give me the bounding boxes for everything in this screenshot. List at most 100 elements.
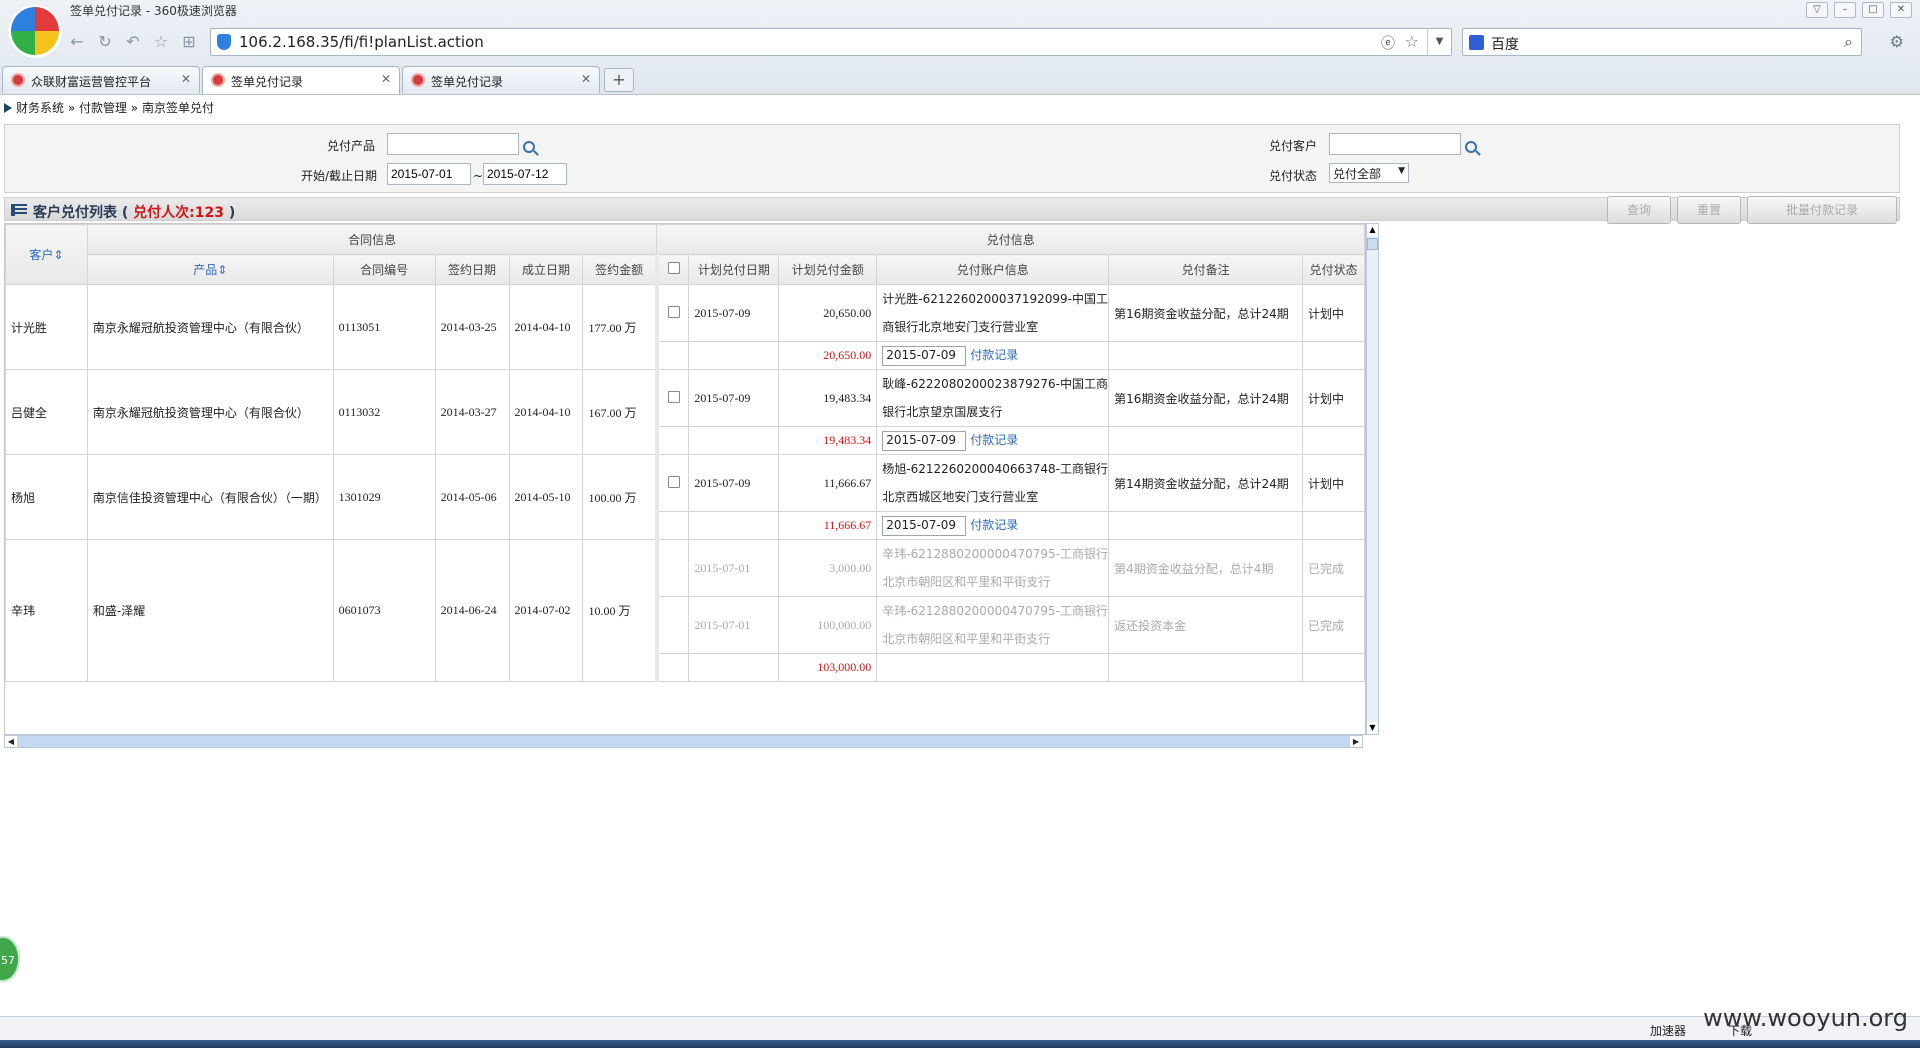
browser-logo-icon (8, 4, 62, 58)
amount-cell: 167.00 万 (582, 369, 659, 455)
horizontal-scrollbar[interactable]: ◀ ▶ (4, 735, 1363, 748)
plan-date-cell: 2015-07-09 (688, 369, 780, 427)
search-bar[interactable]: 百度 ⌕ (1462, 28, 1862, 56)
ie-mode-icon[interactable]: ⓔ (1381, 33, 1395, 53)
scroll-right-icon[interactable]: ▶ (1350, 736, 1362, 747)
account-cell: 计光胜-6212260200037192099-中国工商银行北京地安门支行营业室 (876, 284, 1110, 342)
total-amount-cell: 20,650.00 (778, 341, 878, 370)
customer-sort-link[interactable]: 客户 (29, 248, 53, 262)
chevron-down-icon: ▼ (1398, 166, 1405, 176)
plan-amount-cell: 11,666.67 (778, 454, 878, 512)
sort-icon[interactable]: ⇕ (53, 248, 63, 262)
sign-date-cell: 2014-05-06 (434, 454, 510, 540)
customer-search-icon[interactable] (1465, 141, 1477, 153)
customer-cell: 计光胜 (5, 284, 88, 370)
row-select-cell[interactable] (656, 284, 690, 342)
minimize-button[interactable]: – (1834, 2, 1856, 18)
reset-button[interactable]: 重置 (1677, 196, 1741, 224)
scroll-thumb[interactable] (1367, 238, 1378, 250)
payment-record-link[interactable]: 付款记录 (970, 348, 1018, 362)
skin-icon[interactable]: ▽ (1806, 2, 1828, 18)
product-input[interactable] (387, 133, 519, 155)
tab-close-icon[interactable]: ✕ (581, 72, 591, 86)
tab-close-icon[interactable]: ✕ (381, 72, 391, 86)
row-checkbox[interactable] (667, 475, 680, 488)
maximize-button[interactable]: □ (1862, 2, 1884, 18)
blank-cell (656, 653, 690, 682)
plan-date-cell: 2015-07-09 (688, 284, 780, 342)
blank-cell (1108, 653, 1303, 682)
account-cell: 辛玮-6212880200000470795-工商银行北京市朝阳区和平里和平街支… (876, 596, 1110, 654)
favorite-icon[interactable]: ☆ (152, 33, 170, 51)
status-cell: 已完成 (1301, 539, 1365, 597)
col-remark: 兑付备注 (1108, 254, 1303, 285)
blank-cell (656, 341, 690, 370)
pay-date-input[interactable]: 2015-07-09 (882, 515, 967, 536)
col-product[interactable]: 产品⇕ (86, 254, 334, 285)
start-date-input[interactable] (387, 163, 471, 185)
payment-grid: 客户⇕ 合同信息 兑付信息 产品⇕ 合同编号 签约日期 成立日期 签约金额 计划… (4, 223, 1366, 735)
close-window-button[interactable]: ✕ (1890, 2, 1912, 18)
url-text[interactable]: 106.2.168.35/fi/fi!planList.action (239, 33, 484, 51)
search-engine-label: 百度 (1491, 37, 1519, 53)
total-amount-cell: 19,483.34 (778, 426, 878, 455)
col-customer[interactable]: 客户⇕ (5, 224, 88, 285)
product-search-icon[interactable] (523, 141, 535, 153)
select-all-checkbox[interactable] (667, 262, 680, 274)
vertical-scrollbar[interactable]: ▲ ▼ (1366, 223, 1379, 735)
refresh-icon[interactable]: ↻ (96, 33, 114, 51)
blank-cell (688, 426, 780, 455)
row-checkbox[interactable] (667, 390, 680, 403)
query-button[interactable]: 查询 (1607, 196, 1671, 224)
search-icon[interactable]: ⌕ (1844, 32, 1853, 52)
scroll-up-icon[interactable]: ▲ (1367, 224, 1378, 236)
apps-icon[interactable]: ⊞ (180, 33, 198, 51)
tab-platform[interactable]: 众联财富运营管控平台 ✕ (2, 66, 200, 93)
breadcrumb: 财务系统 » 付款管理 » 南京签单兑付 (4, 99, 214, 116)
col-amount: 签约金额 (582, 254, 659, 285)
scroll-left-icon[interactable]: ◀ (5, 736, 17, 747)
tab-label: 众联财富运营管控平台 (31, 75, 152, 89)
pay-date-input[interactable]: 2015-07-09 (882, 430, 967, 451)
sign-date-cell: 2014-03-27 (434, 369, 510, 455)
tab-close-icon[interactable]: ✕ (181, 72, 191, 86)
product-cell: 南京永耀冠航投资管理中心（有限合伙） (86, 284, 334, 370)
row-select-cell[interactable] (656, 454, 690, 512)
product-sort-link[interactable]: 产品 (193, 263, 217, 277)
undo-icon[interactable]: ↶ (124, 33, 142, 51)
status-select[interactable]: 兑付全部 ▼ (1329, 163, 1409, 183)
col-sign-date: 签约日期 (434, 254, 510, 285)
remark-cell: 第4期资金收益分配，总计4期 (1108, 539, 1303, 597)
back-icon[interactable]: ← (68, 33, 86, 51)
security-shield-icon (217, 34, 231, 50)
end-date-input[interactable] (483, 163, 567, 185)
breadcrumb-arrow-icon (4, 102, 12, 113)
pay-action-cell (876, 653, 1110, 682)
new-tab-button[interactable]: + (604, 68, 634, 92)
batch-payment-record-button[interactable]: 批量付款记录 (1747, 196, 1897, 224)
accelerator-label[interactable]: 加速器 (1650, 1022, 1686, 1039)
col-select-all[interactable] (656, 254, 690, 285)
scroll-down-icon[interactable]: ▼ (1367, 722, 1378, 734)
payment-record-link[interactable]: 付款记录 (970, 518, 1018, 532)
tab-sign-pay[interactable]: 签单兑付记录 ✕ (402, 66, 600, 93)
url-dropdown-icon[interactable]: ▼ (1427, 29, 1451, 55)
start-date-cell: 2014-07-02 (508, 539, 584, 682)
row-select-cell (656, 539, 690, 597)
tools-wrench-icon[interactable]: ⚙ (1890, 32, 1904, 51)
pay-date-input[interactable]: 2015-07-09 (882, 345, 967, 366)
pay-action-cell: 2015-07-09 付款记录 (876, 426, 1110, 455)
list-title-text: 客户兑付列表 ( (33, 205, 129, 221)
floating-badge[interactable]: 57 (0, 936, 20, 982)
customer-input[interactable] (1329, 133, 1461, 155)
row-checkbox[interactable] (667, 305, 680, 318)
address-bar[interactable]: 106.2.168.35/fi/fi!planList.action ⓔ ☆ ▼ (210, 28, 1452, 56)
status-select-value: 兑付全部 (1333, 167, 1382, 181)
search-panel: 兑付产品 开始/截止日期 ~ 兑付客户 兑付状态 兑付全部 ▼ (4, 124, 1900, 193)
customer-cell: 杨旭 (5, 454, 88, 540)
bookmark-star-icon[interactable]: ☆ (1405, 32, 1419, 51)
sort-icon[interactable]: ⇕ (217, 263, 227, 277)
row-select-cell[interactable] (656, 369, 690, 427)
tab-sign-pay-active[interactable]: 签单兑付记录 ✕ (202, 66, 400, 94)
payment-record-link[interactable]: 付款记录 (970, 433, 1018, 447)
